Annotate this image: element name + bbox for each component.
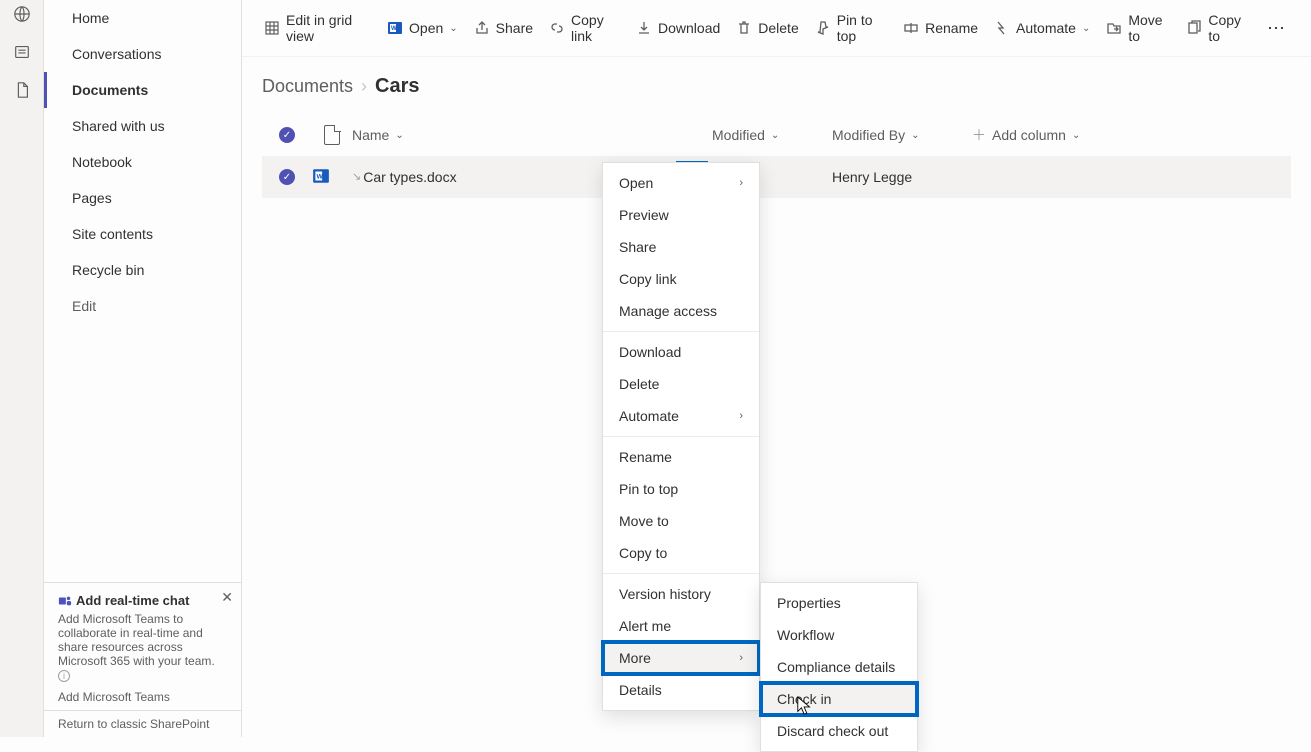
ctx-manage-access[interactable]: Manage access (603, 295, 759, 327)
context-submenu: Properties Workflow Compliance details C… (760, 582, 918, 752)
nav-recycle[interactable]: Recycle bin (44, 252, 241, 288)
row-selected-icon[interactable]: ✓ (279, 169, 295, 185)
nav-site-contents[interactable]: Site contents (44, 216, 241, 252)
ctx-move[interactable]: Move to (603, 505, 759, 537)
sub-workflow[interactable]: Workflow (761, 619, 917, 651)
menu-separator (603, 331, 759, 332)
cmd-pin[interactable]: Pin to top (811, 8, 891, 48)
ctx-more[interactable]: More› (603, 642, 759, 674)
news-icon[interactable] (12, 42, 32, 62)
ctx-pin[interactable]: Pin to top (603, 473, 759, 505)
word-file-icon: W (312, 167, 330, 185)
ctx-details[interactable]: Details (603, 674, 759, 706)
col-modified[interactable]: Modified⌄ (712, 127, 832, 143)
ctx-preview[interactable]: Preview (603, 199, 759, 231)
promo-body: Add Microsoft Teams to collaborate in re… (58, 612, 229, 682)
nav-home[interactable]: Home (44, 0, 241, 36)
nav-notebook[interactable]: Notebook (44, 144, 241, 180)
chevron-down-icon: ⌄ (911, 130, 919, 141)
close-icon[interactable]: ✕ (221, 589, 233, 606)
chevron-down-icon: ⌄ (395, 130, 403, 141)
nav-documents[interactable]: Documents (44, 72, 241, 108)
cmd-open[interactable]: W Open ⌄ (383, 16, 462, 40)
col-name[interactable]: Name⌄ (352, 127, 592, 143)
chevron-down-icon: ⌄ (1082, 23, 1090, 34)
list-header: ✓ Name⌄ Modified⌄ Modified By⌄ ＋Add colu… (262, 114, 1291, 156)
ctx-share[interactable]: Share (603, 231, 759, 263)
cmd-copy[interactable]: Copy to (1182, 8, 1253, 48)
sub-compliance[interactable]: Compliance details (761, 651, 917, 683)
ctx-version[interactable]: Version history (603, 578, 759, 610)
breadcrumb: Documents › Cars (242, 57, 1311, 108)
cmd-rename[interactable]: Rename (899, 16, 982, 40)
svg-text:W: W (317, 173, 324, 180)
chevron-right-icon: › (739, 410, 743, 422)
breadcrumb-current: Cars (375, 75, 419, 98)
cmd-automate[interactable]: Automate ⌄ (990, 16, 1094, 40)
nav-conversations[interactable]: Conversations (44, 36, 241, 72)
cursor-icon (796, 695, 814, 717)
add-teams-link[interactable]: Add Microsoft Teams (58, 690, 229, 704)
chevron-down-icon: ⌄ (449, 23, 457, 34)
ctx-copylink[interactable]: Copy link (603, 263, 759, 295)
chevron-right-icon: › (361, 76, 367, 97)
cmd-move[interactable]: Move to (1102, 8, 1174, 48)
globe-icon[interactable] (12, 4, 32, 24)
command-bar: Edit in grid view W Open ⌄ Share Copy li… (242, 0, 1311, 57)
chevron-down-icon: ⌄ (1072, 130, 1080, 141)
file-name[interactable]: Car types.docx (363, 169, 456, 185)
cmd-delete[interactable]: Delete (732, 16, 802, 40)
ctx-delete[interactable]: Delete (603, 368, 759, 400)
ctx-automate[interactable]: Automate› (603, 400, 759, 432)
checkout-indicator-icon: ↘ (352, 171, 361, 183)
col-modified-by[interactable]: Modified By⌄ (832, 127, 972, 143)
cmd-overflow[interactable]: ⋯ (1261, 18, 1293, 39)
nav-shared[interactable]: Shared with us (44, 108, 241, 144)
cmd-share[interactable]: Share (470, 16, 537, 40)
nav-edit[interactable]: Edit (44, 288, 241, 324)
ctx-copy[interactable]: Copy to (603, 537, 759, 569)
promo-title: Add real-time chat (58, 593, 229, 608)
ctx-rename[interactable]: Rename (603, 441, 759, 473)
info-icon[interactable]: i (58, 670, 70, 682)
file-row[interactable]: ✓ W ↘Car types.docx ⊘ ⋮ Henry Legge (262, 156, 1291, 198)
modified-by-value: Henry Legge (832, 169, 972, 185)
menu-separator (603, 436, 759, 437)
app-rail (0, 0, 44, 737)
sub-properties[interactable]: Properties (761, 587, 917, 619)
sub-discard[interactable]: Discard check out (761, 715, 917, 747)
menu-separator (603, 573, 759, 574)
teams-promo: ✕ Add real-time chat Add Microsoft Teams… (44, 582, 241, 710)
context-menu: Open› Preview Share Copy link Manage acc… (602, 162, 760, 711)
promo-title-text: Add real-time chat (76, 593, 189, 608)
sub-checkin[interactable]: Check in (761, 683, 917, 715)
chevron-down-icon: ⌄ (771, 130, 779, 141)
ctx-alert[interactable]: Alert me (603, 610, 759, 642)
site-navigation: Home Conversations Documents Shared with… (44, 0, 242, 737)
ctx-open[interactable]: Open› (603, 167, 759, 199)
nav-pages[interactable]: Pages (44, 180, 241, 216)
cmd-copylink[interactable]: Copy link (545, 8, 624, 48)
ctx-download[interactable]: Download (603, 336, 759, 368)
cmd-download[interactable]: Download (632, 16, 724, 40)
cmd-edit-grid[interactable]: Edit in grid view (260, 8, 375, 48)
add-column-button[interactable]: ＋Add column⌄ (972, 125, 1291, 145)
chevron-right-icon: › (739, 177, 743, 189)
return-classic-link[interactable]: Return to classic SharePoint (44, 710, 241, 737)
document-list: ✓ Name⌄ Modified⌄ Modified By⌄ ＋Add colu… (262, 114, 1291, 198)
chevron-right-icon: › (739, 652, 743, 664)
plus-icon: ＋ (972, 125, 986, 145)
breadcrumb-parent[interactable]: Documents (262, 76, 353, 97)
select-all-toggle[interactable]: ✓ (279, 127, 295, 143)
file-type-icon (324, 125, 340, 145)
files-icon[interactable] (12, 80, 32, 100)
svg-text:W: W (391, 26, 397, 32)
